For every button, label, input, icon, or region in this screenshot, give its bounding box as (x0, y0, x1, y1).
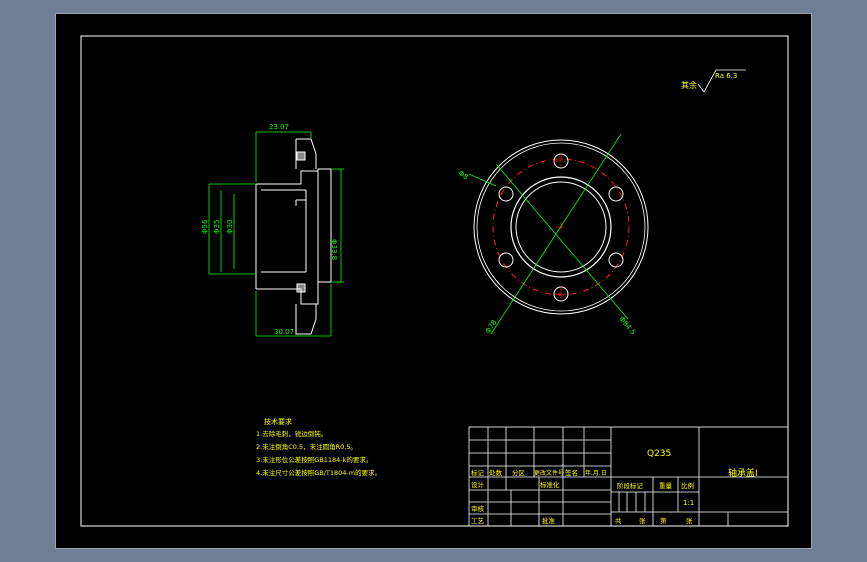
technical-notes: 技术要求 1.去除毛刺，锐边倒钝。 2.未注倒角C0.5，未注圆角R0.5。 3… (256, 417, 381, 477)
dim-dia-3: Φ30 (226, 220, 234, 234)
dim-top-width: 23.07 (269, 123, 289, 131)
roughness-symbol: 其余 Ra 6.3 (681, 69, 746, 93)
note-item: 3.未注形位公差按照GB1184-k的要求。 (256, 455, 372, 464)
header-count: 处数 (489, 468, 503, 477)
scale-value: 1:1 (683, 499, 694, 507)
bolt-hole (498, 252, 514, 268)
drawing-frame (80, 35, 789, 527)
note-item: 4.未注尺寸公差按照GB/T1804-m的要求。 (256, 468, 381, 477)
roughness-value: Ra 6.3 (715, 72, 737, 80)
dim-bottom-width: 30.07 (274, 328, 294, 336)
header-sign: 签名 (565, 468, 578, 477)
dim-dia-right: Φ33.8 (330, 239, 338, 260)
header-date: 年.月.日 (585, 469, 607, 477)
sheet-no-label: 第 (660, 516, 667, 525)
ratio-label: 比例 (681, 481, 694, 490)
dim-dia-2: Φ35 (213, 220, 221, 234)
review-label: 审核 (471, 504, 485, 513)
notes-title: 技术要求 (264, 417, 292, 426)
note-item: 2.未注倒角C0.5，未注圆角R0.5。 (256, 442, 357, 451)
sheet-unit-label: 张 (686, 516, 693, 525)
dim-dia-outer: Φ56 (201, 219, 209, 234)
header-doc: 更改文件号 (534, 469, 564, 477)
roughness-label: 其余 (681, 80, 697, 90)
front-view (468, 133, 649, 335)
cad-drawing: 其余 Ra 6.3 23.07 30.07 Φ56 Φ35 Φ30 Φ33.8 … (80, 35, 789, 527)
standard-label: 标准化 (540, 480, 560, 489)
designer-label: 设计 (471, 480, 485, 489)
note-item: 1.去除毛刺，锐边倒钝。 (256, 429, 327, 438)
approve-label: 批准 (542, 516, 556, 525)
title-block-text: Q235 轴承盖I 标记 处数 分区 更改文件号 签名 年.月.日 设计 标准化… (471, 449, 758, 525)
weight-label: 重量 (659, 482, 673, 490)
sheets-label: 张 (639, 516, 646, 525)
bolt-hole (608, 252, 624, 268)
material: Q235 (647, 449, 671, 459)
drawing-canvas: 其余 Ra 6.3 23.07 30.07 Φ56 Φ35 Φ30 Φ33.8 … (55, 13, 812, 549)
part-name: 轴承盖I (728, 467, 758, 479)
section-view (255, 138, 332, 335)
total-label: 共 (615, 516, 622, 525)
header-mark: 标记 (471, 468, 485, 477)
process-label: 工艺 (471, 517, 485, 525)
stage-label: 阶段标记 (617, 481, 644, 490)
dim-hole-dia: Φ8 (457, 169, 470, 181)
header-zone: 分区 (512, 468, 526, 477)
dim-pcd: Φ78 (484, 319, 499, 335)
dim-flange-dia: Φ84.5 (617, 315, 637, 336)
